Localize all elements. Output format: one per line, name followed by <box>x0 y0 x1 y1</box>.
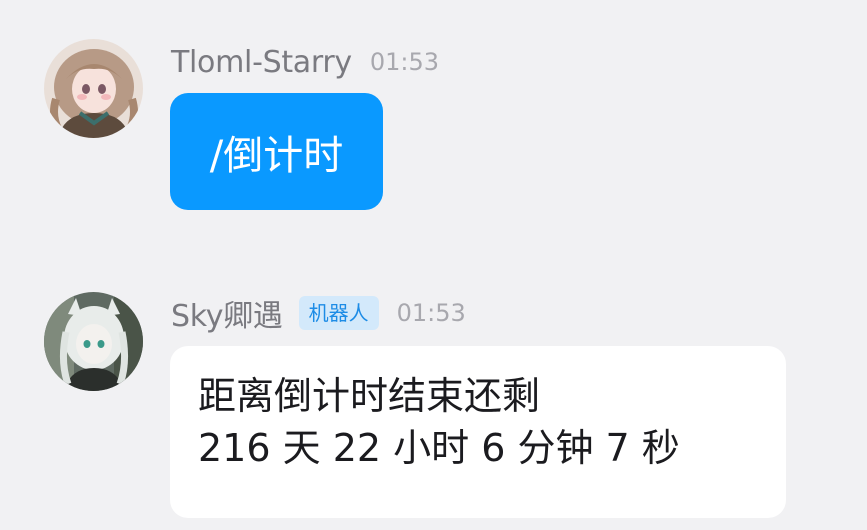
received-message-bubble[interactable]: 距离倒计时结束还剩 216 天 22 小时 6 分钟 7 秒 <box>170 346 786 518</box>
message-time: 01:53 <box>396 299 466 327</box>
message-time: 01:53 <box>369 48 440 76</box>
anime-girl-avatar-icon <box>44 39 143 138</box>
sender-name[interactable]: Sky卿遇 <box>171 291 283 335</box>
sent-message-bubble[interactable]: /倒计时 <box>170 93 383 210</box>
anime-white-hair-avatar-icon <box>44 292 143 391</box>
bot-badge: 机器人 <box>298 296 379 330</box>
sender-avatar[interactable] <box>44 292 143 391</box>
message-text: /倒计时 <box>209 132 344 179</box>
sender-avatar[interactable] <box>44 39 143 138</box>
sender-name[interactable]: Tloml-Starry <box>171 45 352 80</box>
message-text-line: 216 天 22 小时 6 分钟 7 秒 <box>198 426 680 470</box>
chat-window: Tloml-Starry 01:53 /倒计时 Sky卿遇 机器人 01:53 … <box>0 0 867 530</box>
message-header: Tloml-Starry 01:53 <box>171 42 439 82</box>
message-text-line: 距离倒计时结束还剩 <box>198 374 541 418</box>
message-header: Sky卿遇 机器人 01:53 <box>171 291 466 335</box>
